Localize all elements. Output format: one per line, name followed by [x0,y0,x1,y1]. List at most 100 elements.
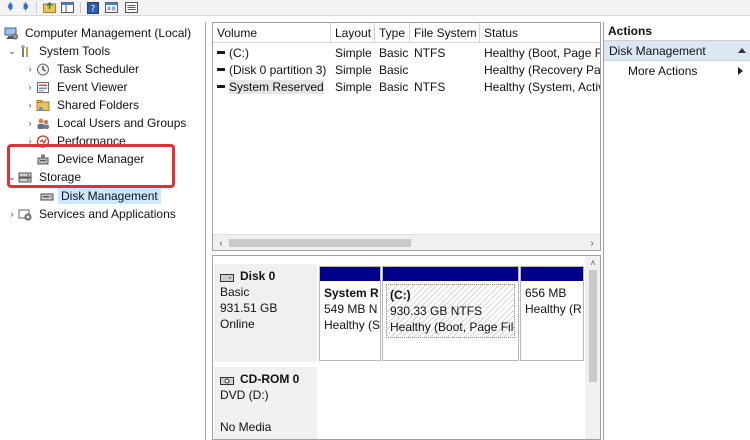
cell-status: Healthy (Boot, Page Fi [484,45,601,60]
table-row[interactable]: (C:) Simple Basic NTFS Healthy (Boot, Pa… [213,44,601,61]
cell-file-system: NTFS [414,79,446,94]
actions-title: Actions [604,22,750,41]
tree-label: Task Scheduler [57,62,140,76]
chevron-right-icon[interactable]: › [24,100,36,110]
collapse-up-icon[interactable] [738,48,746,53]
partition-system-reserved[interactable]: System R 549 MB N Healthy (S [319,266,381,361]
column-header-layout[interactable]: Layout [331,23,375,43]
highlight-annotation [7,144,175,188]
horizontal-scrollbar[interactable]: ‹ › [213,234,600,250]
table-row[interactable]: (Disk 0 partition 3) Simple Basic Health… [213,61,601,78]
scroll-left-icon[interactable]: ‹ [214,235,228,250]
volume-icon [217,85,225,88]
volume-list: Volume Layout Type File System Status (C… [212,22,601,251]
cell-volume: System Reserved [213,78,331,95]
column-header-status[interactable]: Status [480,23,600,43]
chevron-down-icon[interactable]: ⌄ [6,46,18,57]
computer-management-icon [4,27,18,40]
console-tree: Computer Management (Local) ⌄ System Too… [0,22,206,440]
cell-volume: (C:) [213,44,331,61]
tree-label: Local Users and Groups [57,116,187,130]
chevron-right-icon[interactable]: › [6,209,18,219]
properties-icon[interactable] [104,1,118,14]
partition-size: 656 MB [525,286,567,300]
submenu-arrow-icon [738,67,743,75]
actions-section-label: Disk Management [609,43,706,58]
toolbar-separator [36,2,37,13]
partition-bar [521,267,583,281]
partition-status: Healthy (S [324,318,380,332]
more-actions-item[interactable]: More Actions [604,61,750,81]
tree-item-event-viewer[interactable]: › Event Viewer [24,78,130,96]
scroll-thumb[interactable] [229,239,411,247]
partition-name: (C:) [390,288,411,302]
partition-recovery[interactable]: 656 MB Healthy (R [520,266,584,361]
cdrom-0-media: No Media [220,420,272,434]
column-header-type[interactable]: Type [375,23,410,43]
partition-size: 930.33 GB NTFS [390,304,483,318]
partition-c-drive[interactable]: (C:) 930.33 GB NTFS Healthy (Boot, Page … [382,266,519,361]
partition-body: 656 MB Healthy (R [521,281,583,321]
disk-icon [220,271,234,282]
partition-bar [383,267,518,281]
table-row[interactable]: System Reserved Simple Basic NTFS Health… [213,78,600,95]
view-list-icon[interactable] [124,1,138,14]
volume-list-header: Volume Layout Type File System Status [213,23,600,43]
tree-label: Shared Folders [57,98,140,112]
disk-0-type: Basic [220,285,250,299]
tree-item-local-users-groups[interactable]: › Local Users and Groups [24,114,189,132]
volume-icon [217,51,225,54]
cdrom-0-label[interactable]: CD-ROM 0 DVD (D:) No Media [214,367,317,439]
tree-label: Disk Management [58,188,161,204]
cell-volume: (Disk 0 partition 3) [213,61,331,78]
cell-type: Basic [379,79,409,94]
vertical-scrollbar[interactable]: ˄ [585,256,600,439]
column-header-file-system[interactable]: File System [410,23,480,43]
column-header-volume[interactable]: Volume [213,23,331,43]
task-scheduler-icon [36,63,50,76]
cell-type: Basic [379,62,409,77]
tree-item-system-tools[interactable]: ⌄ System Tools [6,42,113,60]
scroll-right-icon[interactable]: › [585,235,599,250]
actions-pane: Actions Disk Management More Actions [603,22,750,440]
services-icon [18,208,32,221]
forward-arrow-icon[interactable]: 🡂 [19,1,33,14]
scroll-thumb[interactable] [589,270,597,382]
cell-file-system [410,61,480,78]
cell-status: Healthy (Recovery Par [484,62,601,77]
partition-bar [320,267,380,281]
tree-item-computer-management[interactable]: Computer Management (Local) [4,24,194,42]
disk-0-state: Online [220,317,255,331]
chevron-right-icon[interactable]: › [24,118,36,128]
partition-body: System R 549 MB N Healthy (S [320,281,380,337]
system-tools-icon [18,44,32,58]
help-icon[interactable]: ? [86,1,100,14]
event-viewer-icon [36,81,50,94]
tree-item-task-scheduler[interactable]: › Task Scheduler [24,60,142,78]
tree-label: System Tools [39,44,111,58]
disk-0-label[interactable]: Disk 0 Basic 931.51 GB Online [214,264,317,362]
tree-label: Services and Applications [39,207,176,221]
show-hide-console-tree-icon[interactable] [60,1,74,14]
tree-item-shared-folders[interactable]: › Shared Folders [24,96,142,114]
tree-item-services-applications[interactable]: › Services and Applications [6,205,179,223]
cell-layout: Simple [335,79,372,94]
cell-layout: Simple [335,62,372,77]
disk-graphical-view: Disk 0 Basic 931.51 GB Online System R 5… [212,255,601,440]
tree-label: Event Viewer [57,80,128,94]
scroll-up-icon[interactable]: ˄ [585,256,600,270]
tree-item-disk-management[interactable]: Disk Management [40,187,161,205]
partition-status: Healthy (Boot, Page File, [390,320,515,334]
back-arrow-icon[interactable]: 🡀 [3,1,17,14]
disk-0-name: Disk 0 [220,268,311,284]
folder-up-icon[interactable] [42,1,56,14]
cdrom-0-type: DVD (D:) [220,388,269,402]
cell-layout: Simple [335,45,372,60]
partition-body: (C:) 930.33 GB NTFS Healthy (Boot, Page … [386,284,515,338]
disk-management-icon [40,190,54,203]
more-actions-label: More Actions [628,64,698,78]
chevron-right-icon[interactable]: › [24,82,36,92]
chevron-right-icon[interactable]: › [24,64,36,74]
actions-section-disk-management[interactable]: Disk Management [604,41,750,61]
